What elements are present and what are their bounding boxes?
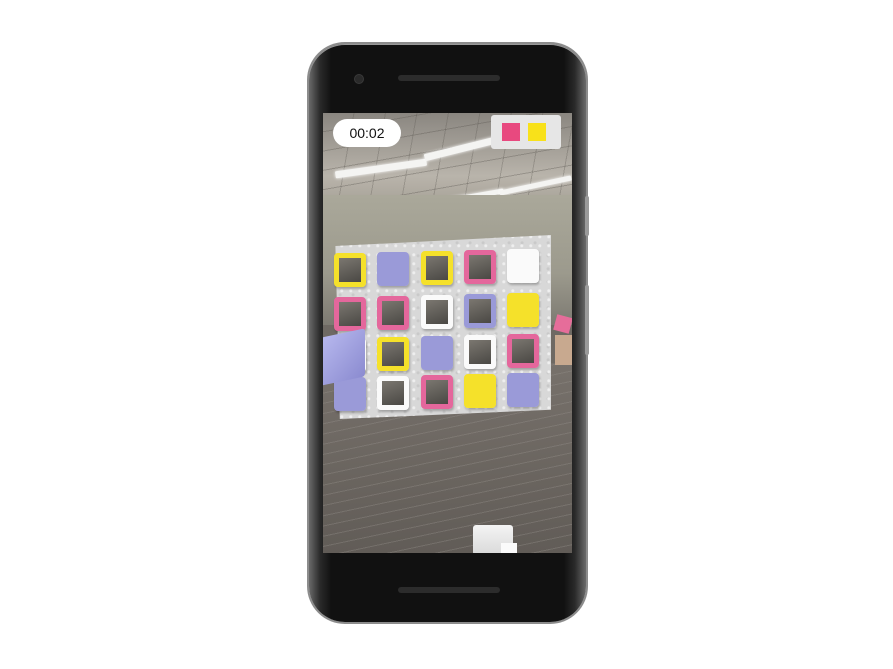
slot-opening xyxy=(339,302,361,326)
power-button xyxy=(585,196,589,236)
slot-opening xyxy=(426,300,448,324)
slot-opening xyxy=(382,257,404,281)
board-slot-pink[interactable] xyxy=(507,334,539,368)
board-slot-yellow[interactable] xyxy=(421,251,453,285)
target-color-yellow xyxy=(528,123,546,141)
slot-opening xyxy=(469,255,491,279)
board-slot-yellow[interactable] xyxy=(377,337,409,371)
board-slot-purple[interactable] xyxy=(507,373,539,407)
table xyxy=(555,335,572,365)
slot-opening xyxy=(426,256,448,280)
slot-opening xyxy=(512,339,534,363)
slot-opening xyxy=(469,299,491,323)
board-slot-pink[interactable] xyxy=(464,250,496,284)
slot-opening xyxy=(382,301,404,325)
board-slot-yellow[interactable] xyxy=(464,374,496,408)
bottom-speaker xyxy=(398,587,500,593)
game-timer: 00:02 xyxy=(333,119,401,147)
board-slot-white[interactable] xyxy=(377,376,409,410)
slot-opening xyxy=(512,378,534,402)
slot-opening xyxy=(339,382,361,406)
board-slot-pink[interactable] xyxy=(334,297,366,331)
board-slot-pink[interactable] xyxy=(377,296,409,330)
board-slot-pink[interactable] xyxy=(421,375,453,409)
held-white-cube-edge xyxy=(501,543,517,553)
top-speaker xyxy=(398,75,500,81)
slot-opening xyxy=(382,381,404,405)
board-slot-white[interactable] xyxy=(464,335,496,369)
target-color-pink xyxy=(502,123,520,141)
slot-opening xyxy=(469,379,491,403)
board-slot-white[interactable] xyxy=(421,295,453,329)
slot-opening xyxy=(426,380,448,404)
slot-opening xyxy=(469,340,491,364)
slot-opening xyxy=(426,341,448,365)
board-slot-yellow[interactable] xyxy=(507,293,539,327)
target-color-panel xyxy=(491,115,561,149)
front-camera-icon xyxy=(354,74,364,84)
slot-opening xyxy=(382,342,404,366)
floating-pink-cube[interactable] xyxy=(553,314,572,334)
board-slot-yellow[interactable] xyxy=(334,253,366,287)
floating-purple-cube[interactable] xyxy=(323,328,365,386)
board-slot-white[interactable] xyxy=(507,249,539,283)
slot-opening xyxy=(512,298,534,322)
volume-button xyxy=(585,285,589,355)
ar-game-screen[interactable]: 00:02 xyxy=(323,113,572,553)
board-slot-purple[interactable] xyxy=(334,377,366,411)
slot-opening xyxy=(512,254,534,278)
slot-opening xyxy=(339,258,361,282)
board-slot-purple[interactable] xyxy=(421,336,453,370)
board-slot-purple[interactable] xyxy=(464,294,496,328)
board-slot-purple[interactable] xyxy=(377,252,409,286)
